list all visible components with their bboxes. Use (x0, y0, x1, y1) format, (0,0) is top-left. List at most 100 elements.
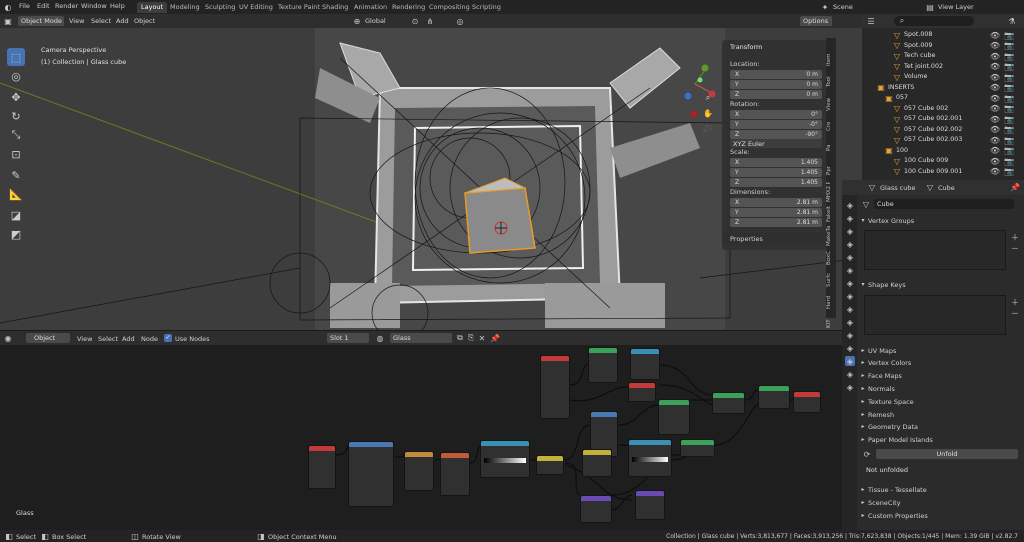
proportional-edit-icon[interactable]: ◎ (455, 16, 465, 26)
unlink-icon[interactable]: ✕ (477, 333, 487, 343)
vertex-group-remove-icon[interactable]: － (1010, 243, 1020, 253)
rotation-x-field[interactable]: X 0° (730, 110, 822, 119)
scale-tool[interactable]: ⤡ (7, 126, 25, 144)
ne-menu-view[interactable]: View (77, 335, 92, 343)
dimension-z-field[interactable]: Z 2.81 m (730, 218, 822, 227)
props-section[interactable]: ▾ Vertex Groups (858, 215, 1024, 226)
props-tab-constraints-icon[interactable]: ◈ (845, 343, 855, 353)
tab-rendering[interactable]: Rendering (388, 2, 429, 13)
render-camera-icon[interactable]: 📷 (1004, 41, 1014, 51)
unfold-button[interactable]: Unfold (876, 449, 1018, 459)
props-section[interactable]: ▸ UV Maps (858, 345, 1024, 356)
sidebar-tab-9[interactable]: BoxC (826, 248, 836, 268)
transform-panel-title[interactable]: Transform (730, 43, 762, 51)
shape-keys-list[interactable] (864, 295, 1006, 335)
view-layer-name[interactable]: View Layer (938, 3, 974, 11)
sidebar-tab-3[interactable]: Cre (826, 116, 836, 136)
tab-animation[interactable]: Animation (350, 2, 391, 13)
sidebar-tab-12[interactable]: KIT (826, 314, 836, 330)
visibility-eye-icon[interactable]: 👁 (990, 72, 1000, 82)
render-camera-icon[interactable]: 📷 (1004, 83, 1014, 93)
data-breadcrumb[interactable]: Cube (938, 184, 955, 192)
sidebar-tab-2[interactable]: View (826, 94, 836, 114)
node-transparent[interactable] (680, 439, 715, 457)
vp-menu-object[interactable]: Object (134, 17, 155, 25)
node-mix-shader-2[interactable] (758, 385, 790, 409)
camera-view-icon[interactable]: 🎥 (703, 123, 713, 133)
scale-y-field[interactable]: Y 1.405 (730, 168, 822, 177)
render-camera-icon[interactable]: 📷 (1004, 104, 1014, 114)
rotate-tool[interactable]: ↻ (7, 107, 25, 125)
location-z-field[interactable]: Z 0 m (730, 90, 822, 99)
outliner-row[interactable]: ▣ 057 👁 📷 (862, 93, 1024, 103)
cursor-tool[interactable]: ◎ (7, 67, 25, 85)
sidebar-tab-10[interactable]: Surfc (826, 270, 836, 290)
vertex-group-add-icon[interactable]: ＋ (1010, 232, 1020, 242)
outliner-row[interactable]: ▽ 100 Cube 009.001 👁 📷 (862, 167, 1024, 177)
extra-tool[interactable]: ◩ (7, 225, 25, 243)
material-name-field[interactable]: Glass (390, 333, 452, 343)
move-tool[interactable]: ✥ (7, 88, 25, 106)
props-section[interactable]: ▸ Texture Space (858, 396, 1024, 407)
node-texture-coordinate[interactable] (308, 445, 336, 489)
outliner-row[interactable]: ▽ Tech cube 👁 📷 (862, 51, 1024, 61)
options-dropdown[interactable]: Options (800, 16, 832, 26)
tab-modeling[interactable]: Modeling (166, 2, 204, 13)
shader-type-dropdown[interactable]: Object (26, 333, 70, 343)
outliner-row[interactable]: ▣ 100 👁 📷 (862, 146, 1024, 156)
select-box-tool[interactable]: ⬚ (7, 48, 25, 66)
ne-menu-add[interactable]: Add (122, 335, 135, 343)
props-section[interactable]: ▸ Face Maps (858, 370, 1024, 381)
add-cube-tool[interactable]: ◪ (7, 206, 25, 224)
dimension-y-field[interactable]: Y 2.81 m (730, 208, 822, 217)
sidebar-tab-6[interactable]: MHX2 R (826, 182, 836, 202)
props-tab-modifier-icon[interactable]: ◈ (845, 304, 855, 314)
vp-menu-select[interactable]: Select (91, 17, 111, 25)
node-editor-canvas[interactable]: Glass (0, 345, 862, 530)
node-normal-map[interactable] (580, 495, 612, 523)
sidebar-tab-5[interactable]: Ppr (826, 160, 836, 180)
blender-logo-icon[interactable]: ◐ (3, 2, 13, 12)
props-section[interactable]: ▸ Remesh (858, 409, 1024, 420)
editor-type-icon[interactable]: ▣ (3, 16, 13, 26)
props-extra-section[interactable]: ▸ SceneCity (858, 497, 1024, 508)
node-mapping[interactable] (348, 441, 394, 507)
menu-window[interactable]: Window (81, 2, 107, 10)
node-layer-weight[interactable] (658, 399, 690, 435)
render-camera-icon[interactable]: 📷 (1004, 72, 1014, 82)
outliner-row[interactable]: ▽ Spot.009 👁 📷 (862, 41, 1024, 51)
visibility-eye-icon[interactable]: 👁 (990, 83, 1000, 93)
render-camera-icon[interactable]: 📷 (1004, 114, 1014, 124)
render-camera-icon[interactable]: 📷 (1004, 156, 1014, 166)
outliner-row[interactable]: ▽ 057 Cube 002.001 👁 📷 (862, 114, 1024, 124)
props-tab-object-icon[interactable]: ◈ (845, 291, 855, 301)
props-extra-section[interactable]: ▸ Custom Properties (858, 510, 1024, 521)
node-vector-math[interactable] (635, 490, 665, 520)
sidebar-tab-11[interactable]: Hard (826, 292, 836, 312)
vp-menu-view[interactable]: View (69, 17, 84, 25)
vp-menu-add[interactable]: Add (116, 17, 129, 25)
sidebar-tab-0[interactable]: Item (826, 50, 836, 70)
tab-sculpting[interactable]: Sculpting (201, 2, 239, 13)
visibility-eye-icon[interactable]: 👁 (990, 93, 1000, 103)
props-section[interactable]: ▸ Paper Model Islands (858, 434, 1024, 445)
tab-layout[interactable]: Layout (137, 2, 168, 13)
sidebar-tab-7[interactable]: Fakeit (826, 204, 836, 224)
tab-shading[interactable]: Shading (318, 2, 352, 13)
outliner-row[interactable]: ▣ INSERTS 👁 📷 (862, 83, 1024, 93)
dimension-x-field[interactable]: X 2.81 m (730, 198, 822, 207)
visibility-eye-icon[interactable]: 👁 (990, 156, 1000, 166)
shape-key-add-icon[interactable]: ＋ (1010, 297, 1020, 307)
node-color-ramp-2[interactable] (628, 439, 672, 477)
location-y-field[interactable]: Y 0 m (730, 80, 822, 89)
pin-icon[interactable]: 📌 (490, 333, 500, 343)
scale-z-field[interactable]: Z 1.405 (730, 178, 822, 187)
outliner-row[interactable]: ▽ 057 Cube 002.002 👁 📷 (862, 125, 1024, 135)
node-refraction-bsdf[interactable] (630, 348, 660, 380)
props-tab-render-icon[interactable]: ◈ (845, 213, 855, 223)
pan-hand-icon[interactable]: ✋ (703, 108, 713, 118)
annotate-tool[interactable]: ✎ (7, 166, 25, 184)
props-tab-collection-icon[interactable]: ◈ (845, 278, 855, 288)
outliner-row[interactable]: ▽ 100 Cube 009 👁 📷 (862, 156, 1024, 166)
object-breadcrumb[interactable]: Glass cube (880, 184, 915, 192)
